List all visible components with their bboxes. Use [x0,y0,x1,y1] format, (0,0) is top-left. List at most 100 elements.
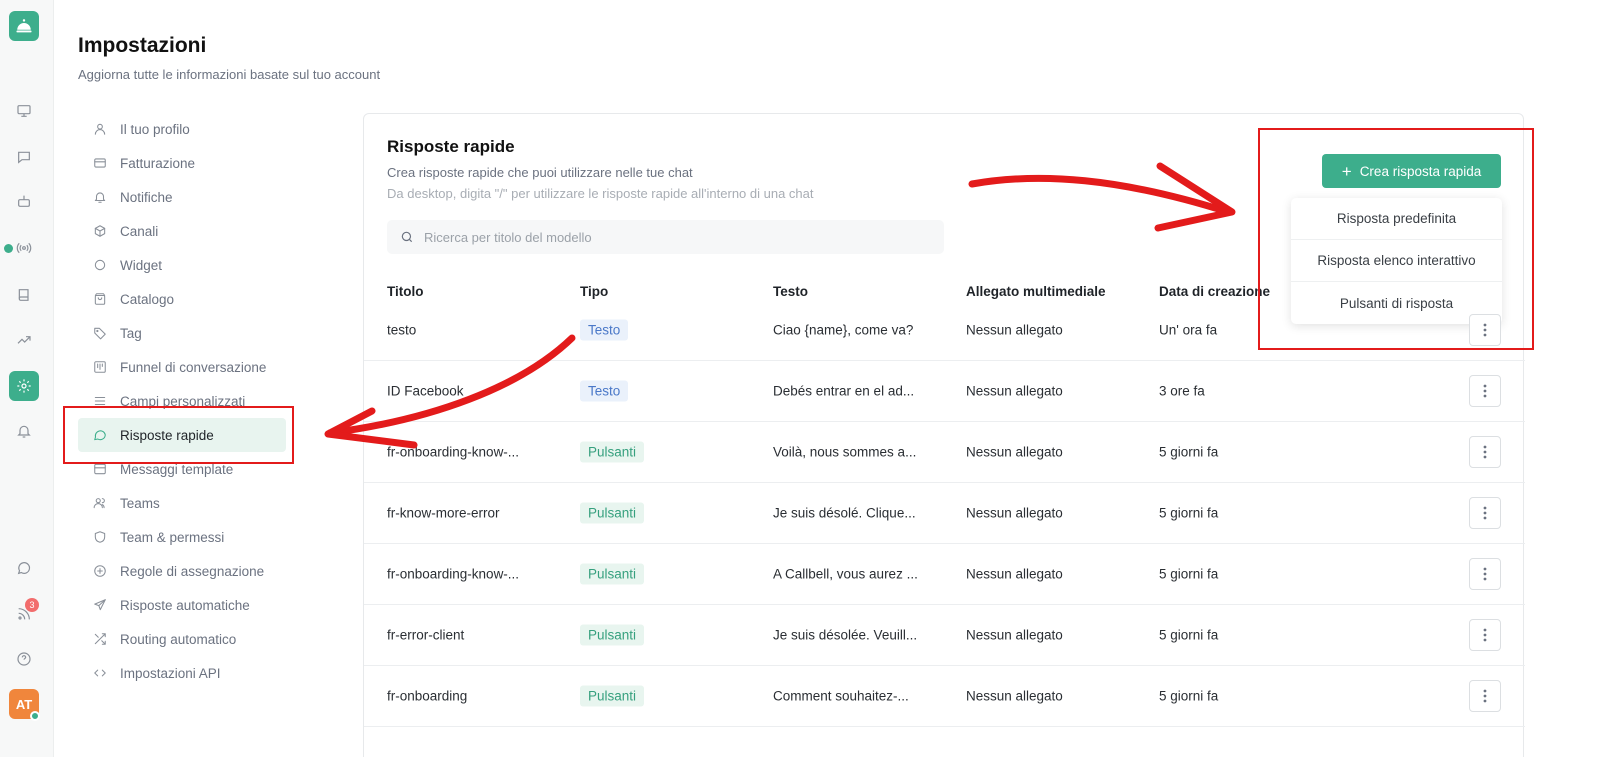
table-row[interactable]: fr-onboarding-know-... Pulsanti Voilà, nou… [364,422,1525,483]
cell-title: fr-error-client [387,627,465,643]
cell-media: Nessun allegato [966,444,1063,460]
nav-item-team-permessi[interactable]: Team & permessi [78,520,286,554]
cell-title: testo [387,322,417,338]
nav-item-canali[interactable]: Canali [78,214,286,248]
more-vertical-icon [1483,689,1487,703]
nav-item-label: Teams [120,495,160,511]
nav-item-catalogo[interactable]: Catalogo [78,282,286,316]
help-icon[interactable] [12,647,36,671]
panel-description: Crea risposte rapide che puoi utilizzare… [387,165,693,180]
more-vertical-icon [1483,567,1487,581]
cell-title: fr-onboarding-know-... [387,444,520,460]
tag-icon [92,325,108,341]
cell-date: 5 giorni fa [1159,627,1219,643]
monitor-icon[interactable] [12,99,36,123]
more-vertical-icon [1483,628,1487,642]
column-header-media[interactable]: Allegato multimediale [966,284,1106,299]
cell-date: 5 giorni fa [1159,566,1219,582]
cell-media: Nessun allegato [966,688,1063,704]
cell-date: 5 giorni fa [1159,505,1219,521]
more-vertical-icon [1483,506,1487,520]
chat-icon[interactable] [12,145,36,169]
row-menu-button[interactable] [1469,558,1501,590]
nav-item-routing-automatico[interactable]: Routing automatico [78,622,286,656]
trending-icon[interactable] [12,328,36,352]
user-icon [92,121,108,137]
cell-title: ID Facebook [387,383,464,399]
bell-concierge-icon[interactable] [9,11,39,41]
cell-media: Nessun allegato [966,505,1063,521]
search-icon [401,231,413,243]
cell-date: Un' ora fa [1159,322,1218,338]
settings-nav: Il tuo profilo Fatturazione Notifiche Canal… [78,112,286,690]
more-vertical-icon [1483,445,1487,459]
nav-item-label: Canali [120,223,159,239]
nav-item-label: Fatturazione [120,155,196,171]
cell-date: 3 ore fa [1159,383,1205,399]
type-badge: Pulsanti [580,563,645,585]
search-input[interactable] [424,229,924,245]
more-vertical-icon [1483,384,1487,398]
cell-title: fr-know-more-error [387,505,500,521]
broadcast-icon[interactable] [12,236,36,260]
cell-text: Je suis désolé. Clique... [773,505,916,521]
avatar-status-dot [30,711,40,721]
row-menu-button[interactable] [1469,436,1501,468]
panel-hint: Da desktop, digita "/" per utilizzare le… [387,186,814,201]
table-row[interactable]: fr-onboarding Pulsanti Comment souhaitez-.… [364,666,1525,727]
search-box[interactable] [387,220,944,254]
table-row[interactable]: ID Facebook Testo Debés entrar en el ad...… [364,361,1525,422]
whatsapp-icon[interactable] [12,556,36,580]
row-menu-button[interactable] [1469,619,1501,651]
row-menu-button[interactable] [1469,375,1501,407]
table-row[interactable]: fr-know-more-error Pulsanti Je suis désolé… [364,483,1525,544]
cell-title: fr-onboarding [387,688,468,704]
nav-item-label: Team & permessi [120,529,225,545]
book-icon[interactable] [12,283,36,307]
table-row[interactable]: fr-error-client Pulsanti Je suis désolée. … [364,605,1525,666]
card-icon [92,155,108,171]
nav-item-fatturazione[interactable]: Fatturazione [78,146,286,180]
nav-item-label: Widget [120,257,163,273]
bell-icon[interactable] [12,419,36,443]
settings-icon[interactable] [9,371,39,401]
nav-item-label: Tag [120,325,142,341]
nav-item-widget[interactable]: Widget [78,248,286,282]
nav-item-funnel-di-conversazione[interactable]: Funnel di conversazione [78,350,286,384]
cell-text: Je suis désolée. Veuill... [773,627,918,643]
plus-circle-icon [92,563,108,579]
cube-icon [92,223,108,239]
cell-text: Ciao {name}, come va? [773,322,914,338]
nav-item-risposte-automatiche[interactable]: Risposte automatiche [78,588,286,622]
nav-item-il-tuo-profilo[interactable]: Il tuo profilo [78,112,286,146]
column-header-date[interactable]: Data di creazione [1159,284,1270,299]
nav-item-label: Routing automatico [120,631,237,647]
panel-title: Risposte rapide [387,137,515,156]
shield-icon [92,529,108,545]
column-header-type[interactable]: Tipo [580,284,608,299]
nav-item-regole-di-assegnazione[interactable]: Regole di assegnazione [78,554,286,588]
nav-item-label: Il tuo profilo [120,121,190,137]
row-menu-button[interactable] [1469,680,1501,712]
cell-media: Nessun allegato [966,383,1063,399]
cell-text: Debés entrar en el ad... [773,383,915,399]
nav-item-tag[interactable]: Tag [78,316,286,350]
nav-item-label: Funnel di conversazione [120,359,267,375]
robot-icon[interactable] [12,189,36,213]
nav-item-teams[interactable]: Teams [78,486,286,520]
row-menu-button[interactable] [1469,497,1501,529]
nav-item-label: Catalogo [120,291,175,307]
notification-badge: 3 [25,598,39,612]
users-icon [92,495,108,511]
type-badge: Pulsanti [580,502,645,524]
column-header-text[interactable]: Testo [773,284,808,299]
cell-text: Voilà, nous sommes a... [773,444,917,460]
cell-text: Comment souhaitez-... [773,688,909,704]
code-icon [92,665,108,681]
type-badge: Pulsanti [580,685,645,707]
table-row[interactable]: fr-onboarding-know-... Pulsanti A Callbell… [364,544,1525,605]
nav-item-impostazioni-api[interactable]: Impostazioni API [78,656,286,690]
column-header-title[interactable]: Titolo [387,284,424,299]
nav-item-notifiche[interactable]: Notifiche [78,180,286,214]
shuffle-icon [92,631,108,647]
